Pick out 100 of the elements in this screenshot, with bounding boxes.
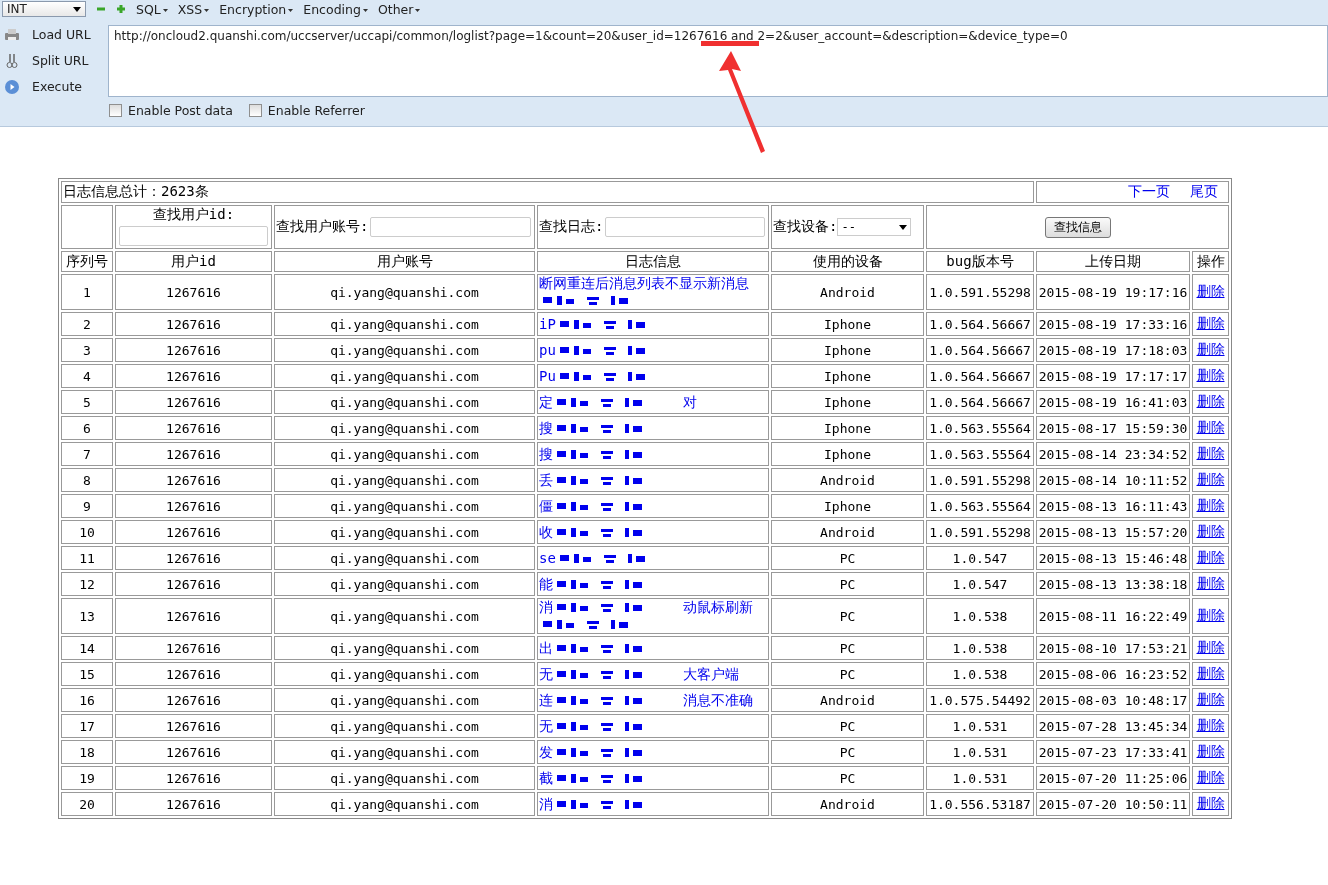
log-link[interactable]: 搜: [539, 445, 553, 462]
column-header: 上传日期: [1036, 251, 1190, 272]
table-cell: 1.0.563.55564: [926, 442, 1034, 466]
log-link[interactable]: 对: [683, 393, 697, 410]
table-cell: qi.yang@quanshi.com: [274, 390, 535, 414]
table-cell: Iphone: [771, 338, 924, 362]
type-select[interactable]: INT: [2, 1, 86, 17]
table-cell: 7: [61, 442, 113, 466]
search-button[interactable]: 查找信息: [1044, 216, 1111, 238]
table-cell: 1.0.564.56667: [926, 338, 1034, 362]
table-cell: PC: [771, 636, 924, 660]
log-link[interactable]: 大客户端: [683, 665, 739, 682]
menu-item[interactable]: SQL: [136, 1, 168, 17]
plus-icon[interactable]: [116, 4, 126, 14]
action-button[interactable]: Execute: [28, 79, 86, 94]
table-cell: 2015-08-06 16:23:52: [1036, 662, 1190, 686]
caret-icon: [288, 8, 294, 12]
log-link[interactable]: 丢: [539, 471, 553, 488]
table-cell: 1267616: [115, 714, 272, 738]
table-cell: qi.yang@quanshi.com: [274, 546, 535, 570]
table-cell: 2015-08-13 15:46:48: [1036, 546, 1190, 570]
log-link[interactable]: se: [539, 549, 556, 566]
table-cell: 1267616: [115, 740, 272, 764]
play-icon: [4, 78, 20, 95]
table-cell: qi.yang@quanshi.com: [274, 442, 535, 466]
table-cell: Iphone: [771, 442, 924, 466]
table-cell: 1.0.547: [926, 546, 1034, 570]
menu-item[interactable]: XSS: [177, 1, 210, 17]
url-field[interactable]: http://oncloud2.quanshi.com/uccserver/uccapi/common/loglist?page=1&count=20&user_id=1267616 and 2=2&user_account=&description=&device_type=0: [108, 25, 1328, 97]
log-link[interactable]: 出: [539, 639, 553, 656]
log-link[interactable]: 能: [539, 575, 553, 592]
column-header: 用户id: [115, 251, 272, 272]
column-header: 操作: [1192, 251, 1229, 272]
table-cell: qi.yang@quanshi.com: [274, 416, 535, 440]
input-field[interactable]: [370, 217, 531, 237]
table-cell: 13: [61, 598, 113, 634]
filter-label: 查找用户账号:: [276, 218, 369, 236]
menu-item[interactable]: Encoding: [303, 1, 368, 17]
table-cell: 1267616: [115, 662, 272, 686]
table-cell: Iphone: [771, 312, 924, 336]
pager-link[interactable]: 下一页: [1128, 183, 1170, 199]
table-cell: 1.0.531: [926, 714, 1034, 738]
menu-item[interactable]: Other: [377, 1, 421, 17]
table-cell: qi.yang@quanshi.com: [274, 274, 535, 310]
log-link[interactable]: 无: [539, 665, 553, 682]
log-link[interactable]: 消息不准确: [683, 691, 753, 708]
log-link[interactable]: Pu: [539, 367, 556, 384]
table-cell: 1.0.591.55298: [926, 520, 1034, 544]
log-link[interactable]: 僵: [539, 497, 553, 514]
table-cell: 2015-08-19 17:17:17: [1036, 364, 1190, 388]
log-link[interactable]: 截: [539, 769, 553, 786]
table-cell: qi.yang@quanshi.com: [274, 714, 535, 738]
input-field[interactable]: [119, 226, 268, 246]
checkbox[interactable]: [109, 104, 122, 117]
table-cell: qi.yang@quanshi.com: [274, 766, 535, 790]
log-link[interactable]: pu: [539, 341, 556, 358]
log-link[interactable]: 无: [539, 717, 553, 734]
caret-icon: [73, 6, 81, 12]
menu-item[interactable]: Encryption: [219, 1, 294, 17]
table-cell: PC: [771, 546, 924, 570]
log-link[interactable]: 收: [539, 523, 553, 540]
table-cell: 1267616: [115, 274, 272, 310]
table-cell: 1267616: [115, 338, 272, 362]
caret-icon: [415, 8, 421, 12]
table-cell: 3: [61, 338, 113, 362]
log-link[interactable]: iP: [539, 315, 556, 332]
table-cell: 1.0.531: [926, 766, 1034, 790]
log-link[interactable]: 搜: [539, 419, 553, 436]
table-cell: 1267616: [115, 416, 272, 440]
table-cell: 2015-08-13 16:11:43: [1036, 494, 1190, 518]
table-cell: 1267616: [115, 636, 272, 660]
input-field[interactable]: [605, 217, 765, 237]
action-button[interactable]: Load URL: [28, 27, 95, 42]
log-link[interactable]: 消: [539, 599, 553, 615]
table-cell: 1.0.575.54492: [926, 688, 1034, 712]
table-cell: 1267616: [115, 792, 272, 816]
checkbox[interactable]: [248, 104, 262, 117]
log-link[interactable]: 动鼠标刷新: [683, 599, 753, 615]
log-link[interactable]: 定: [539, 393, 553, 410]
column-header: 序列号: [61, 251, 113, 272]
table-cell: 1.0.564.56667: [926, 390, 1034, 414]
table-cell: 16: [61, 688, 113, 712]
scissors-icon: [4, 52, 20, 69]
action-button[interactable]: Split URL: [28, 53, 93, 68]
log-link[interactable]: 连: [539, 691, 553, 708]
column-header: 日志信息: [537, 251, 769, 272]
table-cell: qi.yang@quanshi.com: [274, 312, 535, 336]
device-select[interactable]: --: [837, 218, 912, 236]
filter-label: 查找日志:: [539, 218, 604, 236]
option-label: Enable Post data: [128, 103, 233, 118]
log-link[interactable]: 发: [539, 743, 553, 760]
table-cell: 20: [61, 792, 113, 816]
table-cell: 1.0.538: [926, 636, 1034, 660]
table-cell: 1.0.538: [926, 662, 1034, 686]
table-cell: Iphone: [771, 364, 924, 388]
table-cell: 2015-08-14 23:34:52: [1036, 442, 1190, 466]
table-cell: qi.yang@quanshi.com: [274, 792, 535, 816]
pager-link[interactable]: 尾页: [1190, 183, 1218, 199]
table-cell: qi.yang@quanshi.com: [274, 338, 535, 362]
log-link[interactable]: 消: [539, 795, 553, 812]
